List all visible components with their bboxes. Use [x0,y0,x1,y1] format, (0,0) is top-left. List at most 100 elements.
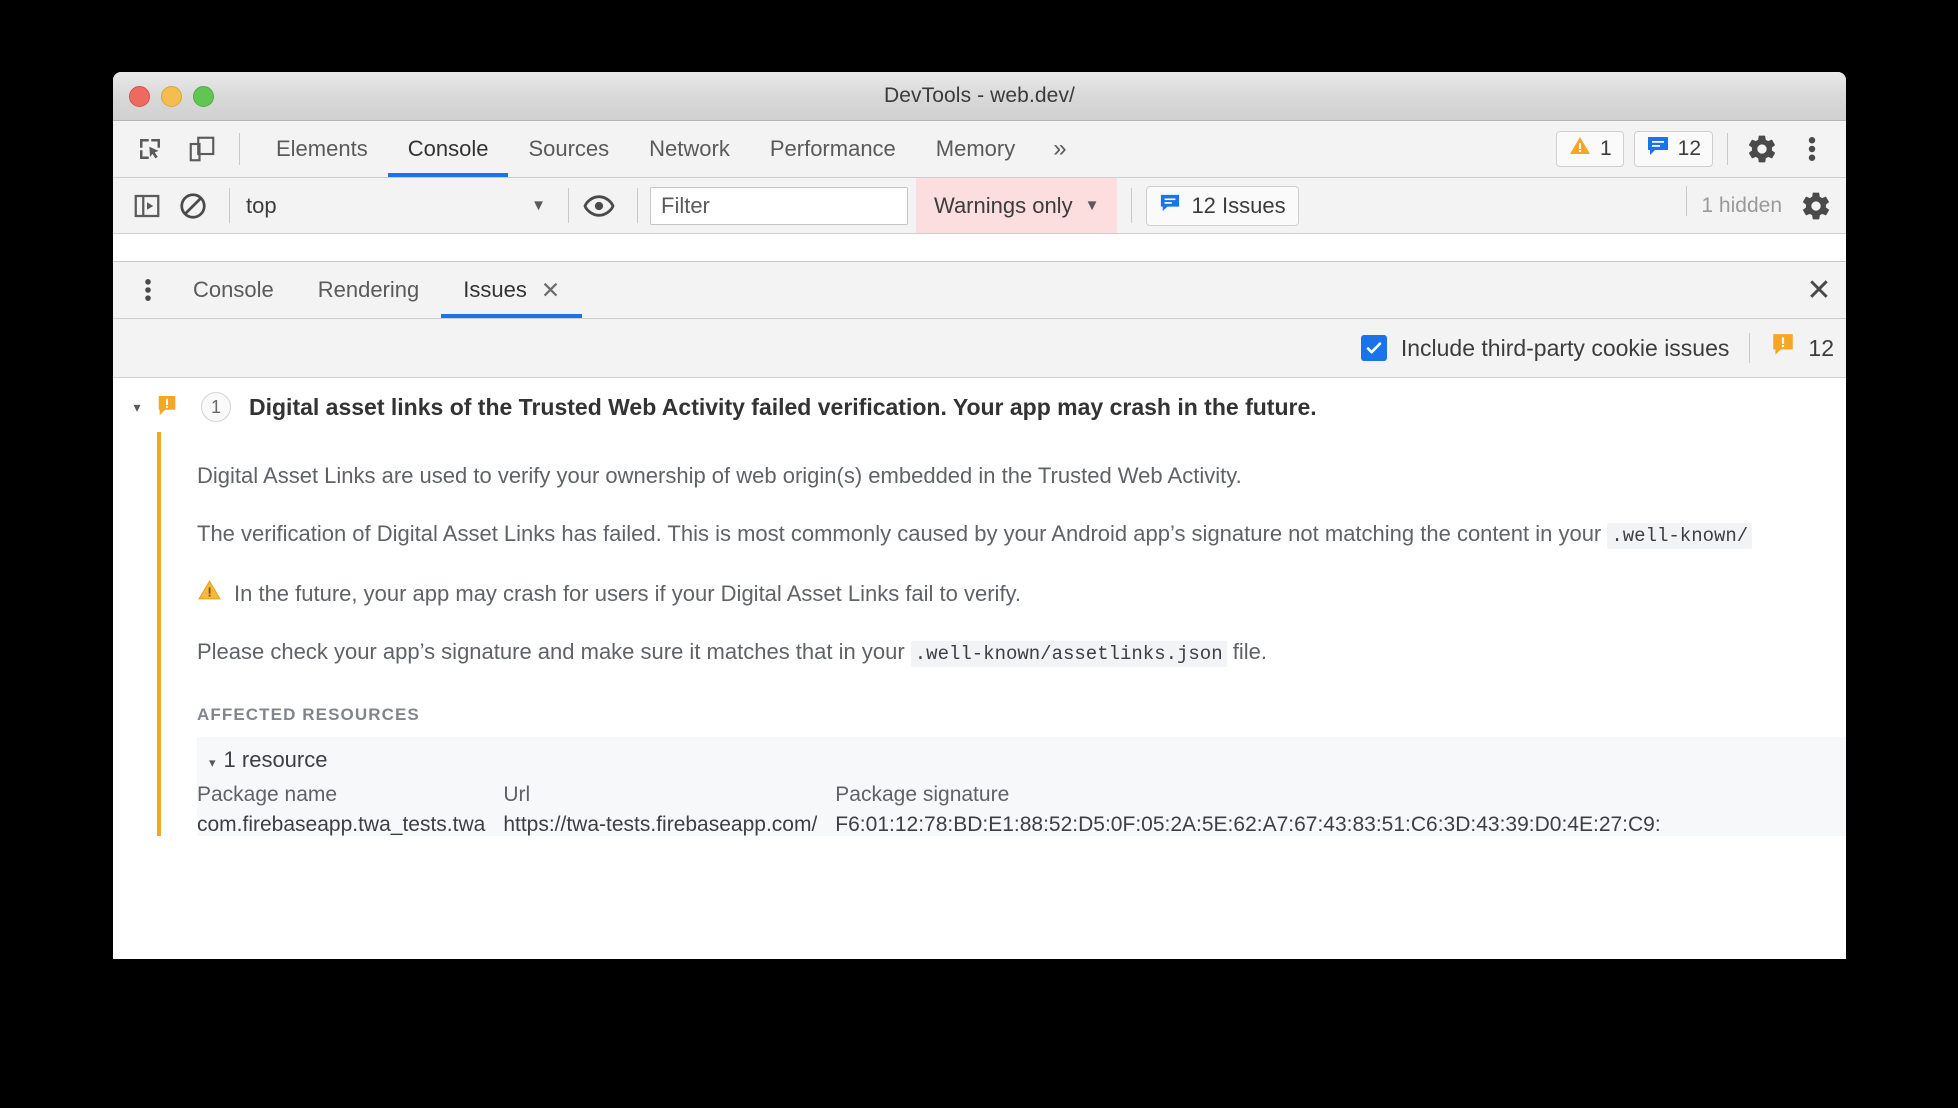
execution-context-selector[interactable]: top ▼ [240,193,558,219]
filter-input[interactable] [650,186,908,225]
close-drawer-icon[interactable]: ✕ [1792,262,1846,318]
include-third-party-cookie-issues-checkbox[interactable]: Include third-party cookie issues [1360,334,1730,362]
drawer-tab-console[interactable]: Console [171,262,296,318]
expand-collapse-icon[interactable]: ▾ [209,755,216,770]
hidden-messages-count: 1 hidden [1701,193,1782,217]
gear-icon[interactable] [1796,186,1836,226]
console-toolbar-divider-5 [1686,185,1688,216]
tab-elements[interactable]: Elements [256,121,388,177]
issue-total-count: 12 [1770,332,1834,364]
options-divider [1749,333,1751,363]
log-level-selector[interactable]: Warnings only ▼ [916,178,1118,233]
issues-button-label: 12 Issues [1191,192,1286,218]
device-toolbar-icon[interactable] [183,130,221,168]
drawer-tabbar: Console Rendering Issues ✕ ✕ [113,262,1846,319]
console-sidebar-icon[interactable] [127,186,167,226]
table-row: com.firebaseapp.twa_tests.twa https://tw… [197,813,1679,836]
column-header-url: Url [503,783,531,806]
chevron-down-icon: ▼ [531,197,546,214]
message-bubble-icon [1159,193,1181,219]
close-icon[interactable]: ✕ [541,278,560,302]
tab-console[interactable]: Console [387,121,509,177]
devtools-panel-tabs: Elements Console Sources Network Perform… [256,121,1085,177]
kebab-icon[interactable] [1792,129,1832,169]
issue-orange-icon [1770,332,1796,364]
console-toolbar-divider-4 [1131,188,1133,223]
expand-collapse-icon[interactable]: ▾ [121,399,153,416]
chevron-down-icon: ▼ [1084,197,1100,214]
cell-package-signature: F6:01:12:78:BD:E1:88:52:D5:0F:05:2A:5E:6… [835,813,1661,836]
inspect-element-icon[interactable] [131,130,169,168]
window-titlebar: DevTools - web.dev/ [113,72,1846,121]
tab-sources[interactable]: Sources [508,121,629,177]
toolbar-divider-right [1727,133,1728,165]
execution-context-value: top [246,192,277,218]
issue-paragraph-3-text: Please check your app’s signature and ma… [197,639,911,665]
issue-paragraph-1: Digital Asset Links are used to verify y… [197,463,1242,488]
log-level-value: Warnings only [934,192,1073,218]
issues-options-bar: Include third-party cookie issues 12 [113,319,1846,378]
tab-performance[interactable]: Performance [750,121,916,177]
console-output-area [113,234,1846,262]
resource-toggle-label: 1 resource [223,747,328,772]
drawer-tab-rendering-label: Rendering [317,277,420,302]
issues-list: ▾ 1 Digital asset links of the Trusted W… [113,378,1846,836]
issue-title: Digital asset links of the Trusted Web A… [249,393,1317,420]
window-title: DevTools - web.dev/ [884,84,1075,107]
toolbar-divider [239,133,240,165]
issue-paragraph-3: Please check your app’s signature and ma… [161,638,1846,668]
devtools-window: DevTools - web.dev/ Elements Console Sou… [113,72,1846,959]
live-expression-icon[interactable] [579,186,619,226]
console-toolbar-divider-1 [229,188,230,223]
drawer-more-icon[interactable] [125,262,171,318]
gear-icon[interactable] [1742,129,1782,169]
more-tabs-icon[interactable]: » [1035,121,1084,177]
resource-toggle[interactable]: ▾ 1 resource [197,747,1846,773]
zoom-window-button[interactable] [193,85,214,107]
issue-paragraph-2-code: .well-known/ [1607,522,1753,549]
checkbox-checked-icon [1360,335,1387,361]
issue-warning-line: In the future, your app may crash for us… [161,578,1846,608]
tab-network[interactable]: Network [629,121,750,177]
include-third-party-cookie-issues-label: Include third-party cookie issues [1400,334,1730,361]
message-count-value: 12 [1677,137,1701,160]
issue-total-value: 12 [1808,334,1834,361]
cell-url: https://twa-tests.firebaseapp.com/ [503,813,818,836]
warning-count-value: 1 [1599,137,1612,160]
screen-root: DevTools - web.dev/ Elements Console Sou… [0,0,1958,1108]
issue-warning-text: In the future, your app may crash for us… [234,580,1022,606]
message-bubble-icon [1646,135,1670,163]
affected-resources-label: AFFECTED RESOURCES [197,705,420,724]
issue-paragraph-2: The verification of Digital Asset Links … [161,520,1846,549]
message-count-button[interactable]: 12 [1633,131,1713,167]
console-filter-toolbar: top ▼ Warnings only ▼ [113,178,1846,234]
devtools-main-toolbar: Elements Console Sources Network Perform… [113,121,1846,178]
clear-console-icon[interactable] [173,186,213,226]
issue-count-badge: 1 [201,392,231,422]
affected-resources-table: Package name Url Package signature com.f… [197,783,1679,836]
toolbar-icon-group [113,121,231,177]
drawer-tab-console-label: Console [193,277,274,302]
warning-count-button[interactable]: 1 [1555,131,1624,167]
minimize-window-button[interactable] [161,85,182,107]
warning-triangle-icon [197,578,222,608]
traffic-lights [129,85,214,107]
tab-memory[interactable]: Memory [916,121,1035,177]
issue-orange-icon [153,395,181,419]
close-window-button[interactable] [129,85,150,107]
issue-paragraph-3-code: .well-known/assetlinks.json [910,641,1227,668]
hidden-messages-group: 1 hidden [1686,185,1846,226]
drawer-tab-rendering[interactable]: Rendering [296,262,442,318]
column-header-package-name: Package name [197,783,338,806]
table-header-row: Package name Url Package signature [197,783,1679,813]
cell-package-name: com.firebaseapp.twa_tests.twa [197,813,486,836]
issues-button[interactable]: 12 Issues [1146,185,1299,226]
issue-row-header[interactable]: ▾ 1 Digital asset links of the Trusted W… [113,378,1846,432]
issue-detail-panel: Digital Asset Links are used to verify y… [157,432,1846,836]
affected-resources-box: ▾ 1 resource Package name Url Package sig… [197,737,1846,836]
drawer-tab-issues[interactable]: Issues ✕ [441,262,582,318]
